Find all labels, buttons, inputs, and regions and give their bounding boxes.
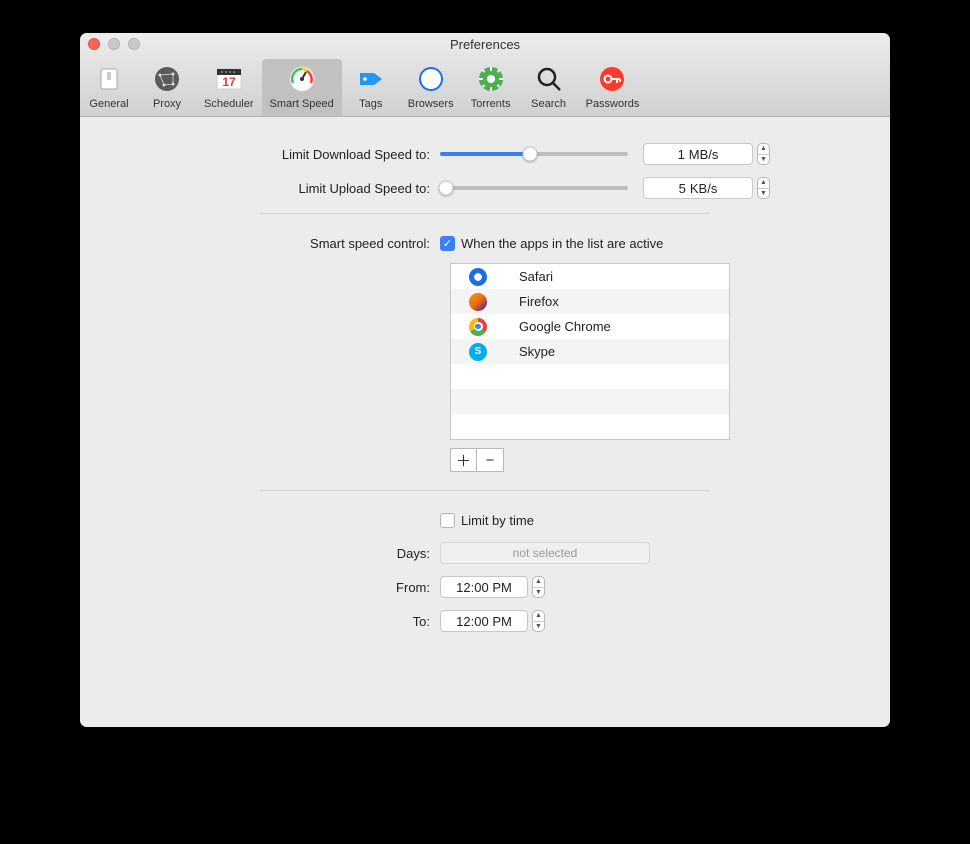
tab-label: Torrents xyxy=(471,98,511,110)
tab-label: Search xyxy=(531,98,566,110)
close-window-button[interactable] xyxy=(88,38,100,50)
limit-by-time-label: Limit by time xyxy=(461,513,534,528)
list-item-empty xyxy=(451,389,729,414)
upload-speed-stepper[interactable]: ▲ ▼ xyxy=(757,177,770,199)
tab-label: Tags xyxy=(359,98,382,110)
tab-smart-speed[interactable]: Smart Speed xyxy=(262,59,342,116)
days-row: Days: not selected xyxy=(110,542,860,564)
window-controls xyxy=(88,38,140,50)
tab-label: Scheduler xyxy=(204,98,254,110)
tab-tags[interactable]: Tags xyxy=(342,59,400,116)
tab-label: Proxy xyxy=(153,98,181,110)
stepper-up-icon[interactable]: ▲ xyxy=(758,144,769,155)
add-app-button[interactable]: ＋ xyxy=(451,449,477,471)
stepper-down-icon[interactable]: ▼ xyxy=(533,588,544,598)
compass-icon xyxy=(415,63,447,95)
chrome-icon xyxy=(469,318,487,336)
smart-speed-pane: Limit Download Speed to: 1 MB/s ▲ ▼ Limi… xyxy=(80,117,890,727)
window-title: Preferences xyxy=(80,37,890,52)
app-name: Safari xyxy=(519,269,553,284)
tab-proxy[interactable]: Proxy xyxy=(138,59,196,116)
skype-icon: S xyxy=(469,343,487,361)
zoom-window-button[interactable] xyxy=(128,38,140,50)
gear-icon xyxy=(475,63,507,95)
list-item[interactable]: S Skype xyxy=(451,339,729,364)
smart-speed-row: Smart speed control: ✓ When the apps in … xyxy=(110,236,860,251)
search-icon xyxy=(533,63,565,95)
to-time-stepper[interactable]: ▲ ▼ xyxy=(532,610,545,632)
tab-search[interactable]: Search xyxy=(520,59,578,116)
switch-icon xyxy=(93,63,125,95)
app-name: Google Chrome xyxy=(519,319,611,334)
from-label: From: xyxy=(110,580,440,595)
to-row: To: 12:00 PM ▲ ▼ xyxy=(110,610,860,632)
preferences-toolbar: General Proxy 17 Scheduler Smart Speed T… xyxy=(80,55,890,117)
to-time-field[interactable]: 12:00 PM xyxy=(440,610,528,632)
time-limit-section: Limit by time Days: not selected From: 1… xyxy=(110,513,860,632)
list-item-empty xyxy=(451,364,729,389)
tab-label: Passwords xyxy=(586,98,640,110)
download-speed-value[interactable]: 1 MB/s xyxy=(643,143,753,165)
tag-icon xyxy=(355,63,387,95)
smart-speed-label: Smart speed control: xyxy=(110,236,440,251)
divider xyxy=(260,213,710,214)
app-name: Firefox xyxy=(519,294,559,309)
key-icon xyxy=(596,63,628,95)
tab-label: Smart Speed xyxy=(270,98,334,110)
download-speed-stepper[interactable]: ▲ ▼ xyxy=(757,143,770,165)
upload-speed-value[interactable]: 5 KB/s xyxy=(643,177,753,199)
preferences-window: Preferences General Proxy 17 Scheduler S xyxy=(80,33,890,727)
list-item[interactable]: Google Chrome xyxy=(451,314,729,339)
download-speed-row: Limit Download Speed to: 1 MB/s ▲ ▼ xyxy=(110,143,860,165)
smart-speed-checkbox[interactable]: ✓ xyxy=(440,236,455,251)
list-item[interactable]: Safari xyxy=(451,264,729,289)
tab-label: General xyxy=(89,98,128,110)
list-item[interactable]: Firefox xyxy=(451,289,729,314)
download-speed-slider[interactable] xyxy=(440,152,628,156)
tab-torrents[interactable]: Torrents xyxy=(462,59,520,116)
apps-list[interactable]: Safari Firefox Google Chrome S Skype xyxy=(450,263,730,440)
tab-general[interactable]: General xyxy=(80,59,138,116)
apps-list-buttons: ＋ − xyxy=(450,448,504,472)
stepper-down-icon[interactable]: ▼ xyxy=(533,622,544,632)
tab-label: Browsers xyxy=(408,98,454,110)
stepper-down-icon[interactable]: ▼ xyxy=(758,189,769,199)
limit-by-time-checkbox[interactable] xyxy=(440,513,455,528)
stepper-up-icon[interactable]: ▲ xyxy=(533,577,544,588)
titlebar: Preferences xyxy=(80,33,890,55)
smart-speed-checkbox-label: When the apps in the list are active xyxy=(461,236,663,251)
safari-icon xyxy=(469,268,487,286)
app-name: Skype xyxy=(519,344,555,359)
calendar-icon: 17 xyxy=(213,63,245,95)
download-speed-label: Limit Download Speed to: xyxy=(110,147,440,162)
days-label: Days: xyxy=(110,546,440,561)
list-item-empty xyxy=(451,414,729,439)
from-time-field[interactable]: 12:00 PM xyxy=(440,576,528,598)
remove-app-button[interactable]: − xyxy=(477,449,503,471)
tab-scheduler[interactable]: 17 Scheduler xyxy=(196,59,262,116)
upload-speed-label: Limit Upload Speed to: xyxy=(110,181,440,196)
stepper-down-icon[interactable]: ▼ xyxy=(758,155,769,165)
tab-passwords[interactable]: Passwords xyxy=(578,59,648,116)
svg-text:17: 17 xyxy=(222,75,236,89)
upload-speed-slider[interactable] xyxy=(440,186,628,190)
firefox-icon xyxy=(469,293,487,311)
upload-speed-row: Limit Upload Speed to: 5 KB/s ▲ ▼ xyxy=(110,177,860,199)
from-time-stepper[interactable]: ▲ ▼ xyxy=(532,576,545,598)
gauge-icon xyxy=(286,63,318,95)
to-label: To: xyxy=(110,614,440,629)
tab-browsers[interactable]: Browsers xyxy=(400,59,462,116)
minimize-window-button[interactable] xyxy=(108,38,120,50)
divider xyxy=(260,490,710,491)
network-icon xyxy=(151,63,183,95)
days-selector[interactable]: not selected xyxy=(440,542,650,564)
stepper-up-icon[interactable]: ▲ xyxy=(758,178,769,189)
from-row: From: 12:00 PM ▲ ▼ xyxy=(110,576,860,598)
stepper-up-icon[interactable]: ▲ xyxy=(533,611,544,622)
